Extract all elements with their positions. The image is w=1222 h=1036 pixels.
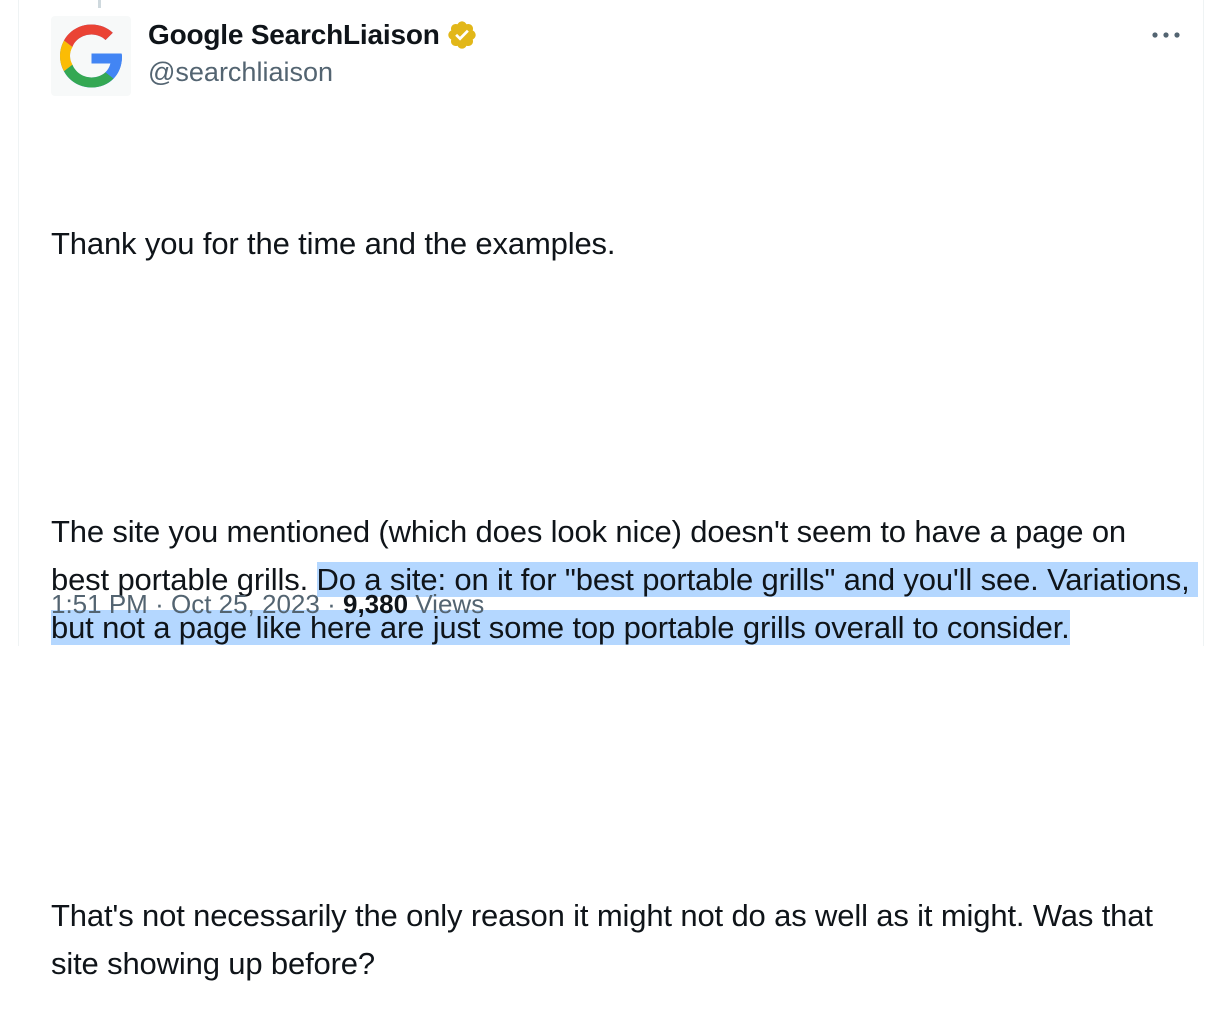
tweet-paragraph-3: That's not necessarily the only reason i… [51, 898, 1162, 981]
tweet-text: Thank you for the time and the examples.… [51, 124, 1199, 1036]
tweet-paragraph-2: The site you mentioned (which does look … [51, 508, 1199, 652]
tweet-meta: 1:51 PM · Oct 25, 2023 · 9,380 Views [51, 589, 484, 620]
views-label: Views [415, 589, 485, 619]
author-display-name[interactable]: Google SearchLiaison [148, 19, 440, 51]
meta-separator: · [155, 589, 164, 619]
author-handle[interactable]: @searchliaison [148, 57, 333, 88]
views-count: 9,380 [343, 589, 409, 619]
tweet-date: Oct 25, 2023 [170, 589, 320, 619]
tweet-paragraph-1: Thank you for the time and the examples. [51, 226, 616, 261]
tweet-time: 1:51 PM [51, 589, 148, 619]
meta-separator: · [327, 589, 336, 619]
author-name-row[interactable]: Google SearchLiaison [148, 17, 478, 53]
tweet-timestamp-link[interactable]: 1:51 PM · Oct 25, 2023 [51, 589, 320, 619]
avatar[interactable] [51, 16, 131, 96]
thread-connector-line [98, 0, 101, 8]
verified-badge-icon[interactable] [446, 19, 478, 51]
more-horizontal-icon [1152, 32, 1180, 38]
more-options-button[interactable] [1146, 20, 1186, 50]
google-g-logo-icon [60, 24, 122, 88]
